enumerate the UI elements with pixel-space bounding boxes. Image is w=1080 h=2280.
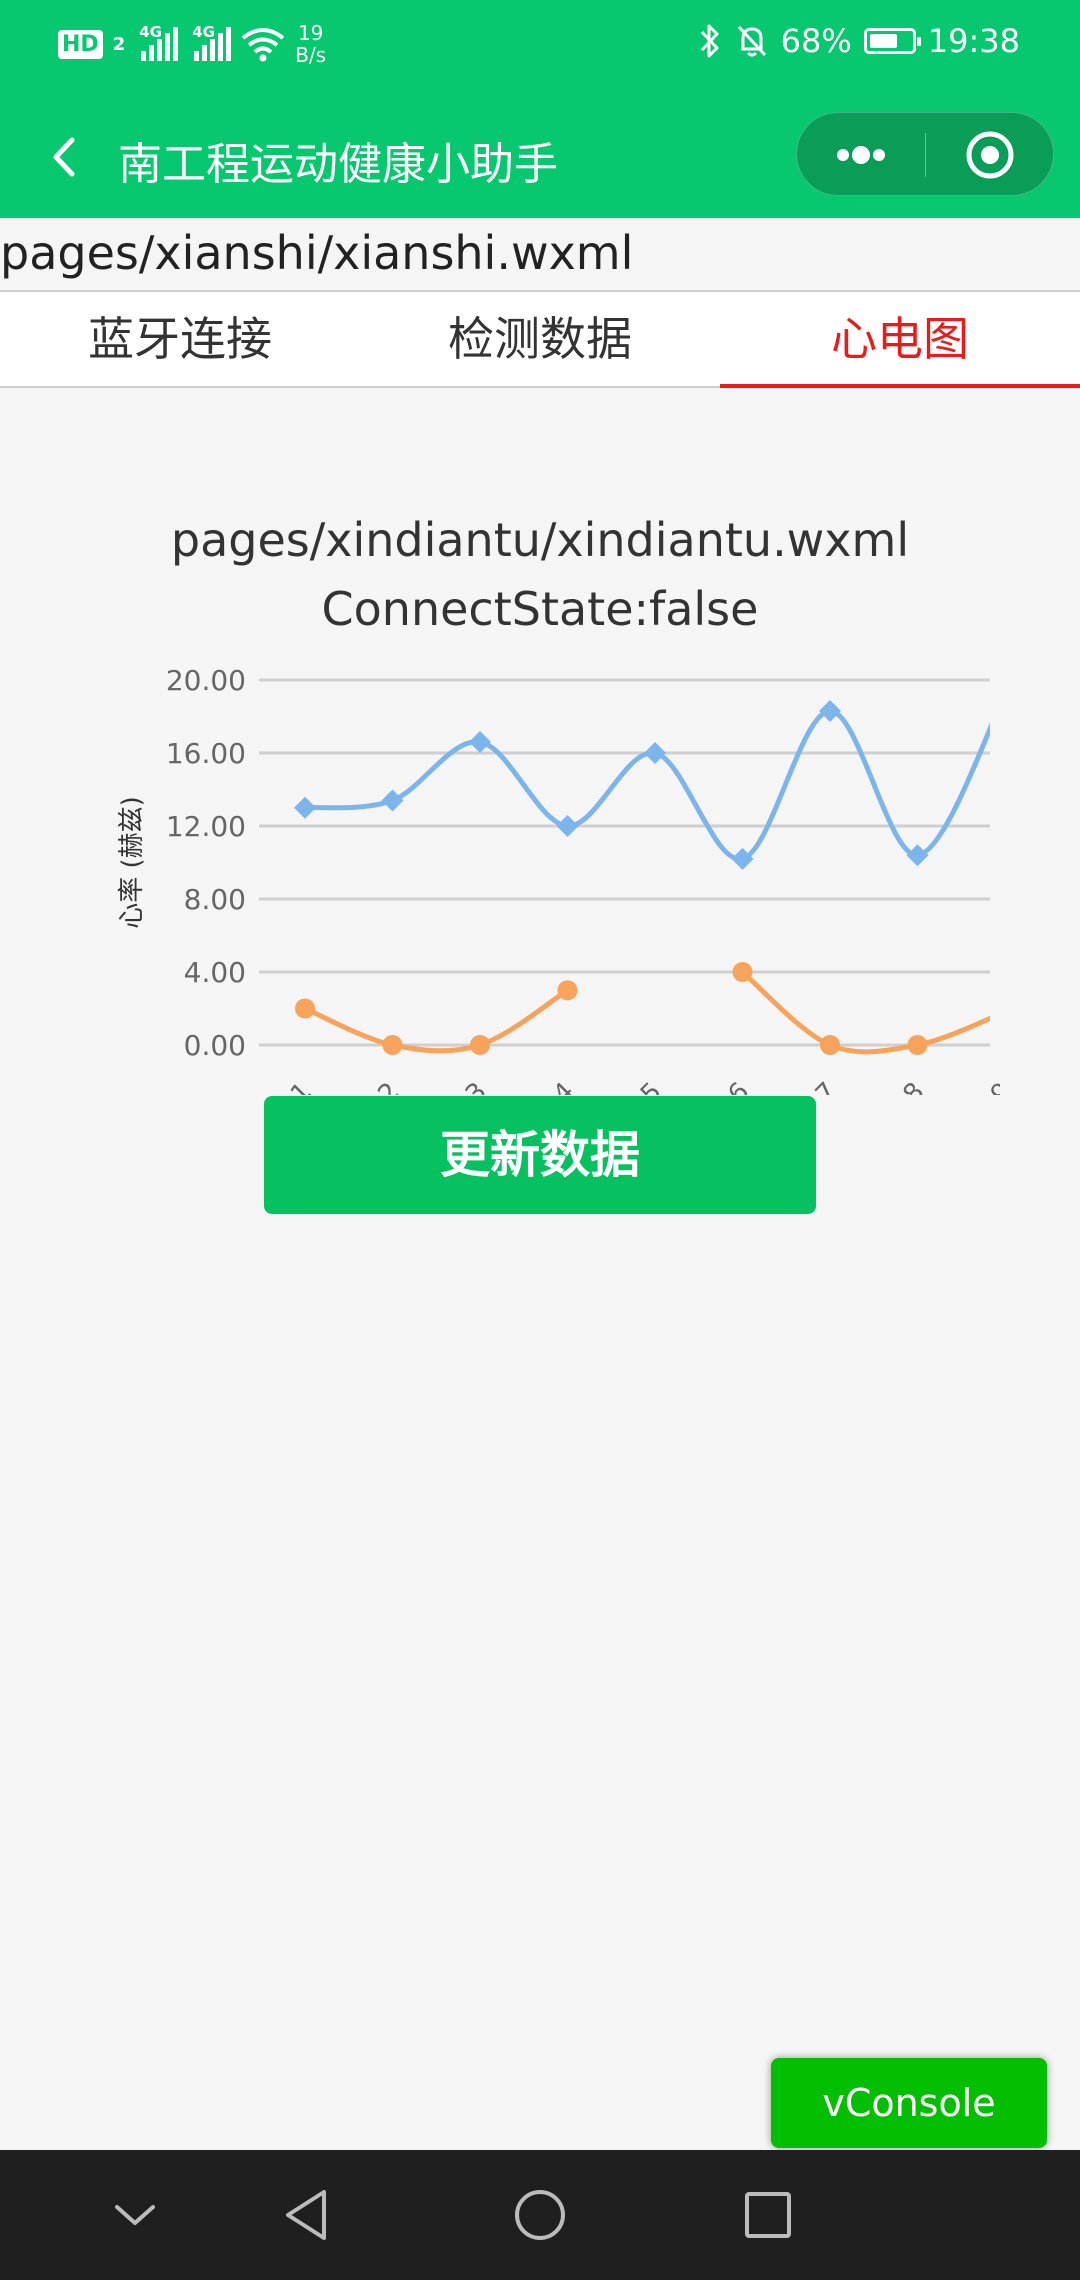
x-tick-label: 4 bbox=[548, 1077, 581, 1095]
system-nav-bar bbox=[0, 2150, 1080, 2280]
y-tick-label: 8.00 bbox=[184, 883, 246, 916]
nav-bar: 南工程运动健康小助手 bbox=[0, 100, 1080, 218]
x-tick-label: 9 bbox=[985, 1077, 1000, 1095]
hd-badge: HD bbox=[58, 29, 103, 59]
y-tick-label: 12.00 bbox=[166, 810, 246, 843]
x-tick-label: 6 bbox=[723, 1077, 756, 1095]
y-tick-label: 4.00 bbox=[184, 956, 246, 989]
data-point-diamond bbox=[906, 844, 929, 867]
heart-rate-chart: 0.00 4.00 8.00 12.00 16.00 20.00 心率 (赫兹) 1 2 3 4 5 6… bbox=[117, 664, 1000, 1095]
wifi-icon bbox=[241, 28, 285, 62]
x-tick-label: 1 bbox=[285, 1077, 318, 1095]
data-point-diamond bbox=[556, 815, 579, 837]
update-data-button[interactable]: 更新数据 bbox=[264, 1096, 816, 1214]
network-speed: 19 B/s bbox=[295, 22, 326, 66]
data-point-circle bbox=[295, 998, 315, 1019]
x-tick-label: 7 bbox=[810, 1077, 843, 1095]
capsule-menu bbox=[796, 112, 1054, 196]
y-tick-label: 0.00 bbox=[184, 1029, 246, 1062]
home-circle-icon[interactable] bbox=[505, 2180, 575, 2250]
data-point-diamond bbox=[381, 789, 404, 812]
x-tick-group: 1 2 3 4 5 6 7 8 9 bbox=[285, 1077, 1000, 1095]
data-point-circle bbox=[470, 1035, 490, 1055]
bluetooth-icon bbox=[700, 24, 719, 58]
signal-icon: 4G bbox=[192, 23, 232, 61]
mute-bell-icon bbox=[737, 25, 766, 57]
y-tick-label: 20.00 bbox=[166, 664, 246, 697]
back-arrow-icon[interactable] bbox=[36, 122, 96, 192]
tab-bar: 蓝牙连接 检测数据 心电图 bbox=[0, 290, 1080, 388]
hd-sim-number: 2 bbox=[112, 33, 126, 55]
series-line bbox=[740, 970, 990, 1055]
network-gen-label: 4G bbox=[139, 23, 162, 41]
nav-title: 南工程运动健康小助手 bbox=[118, 139, 558, 190]
data-point-diamond bbox=[469, 731, 491, 754]
data-point-circle bbox=[732, 962, 753, 982]
battery-icon bbox=[863, 28, 921, 54]
status-bar: HD 2 4G 4G 19 B/s 68% 19:38 bbox=[0, 0, 1080, 100]
speed-value: 19 bbox=[297, 21, 324, 45]
collapse-chevron-icon[interactable] bbox=[100, 2180, 170, 2250]
data-point-circle bbox=[820, 1035, 840, 1055]
speed-unit: B/s bbox=[295, 43, 327, 67]
x-tick-label: 3 bbox=[460, 1077, 493, 1095]
x-tick-label: 5 bbox=[635, 1077, 668, 1095]
y-axis-label: 心率 (赫兹) bbox=[117, 796, 147, 929]
tab-detect-data[interactable]: 检测数据 bbox=[360, 292, 720, 386]
data-point-circle bbox=[907, 1035, 928, 1055]
battery-percent: 68% bbox=[780, 22, 852, 60]
tab-bluetooth[interactable]: 蓝牙连接 bbox=[0, 292, 360, 386]
x-tick-label: 2 bbox=[373, 1077, 406, 1095]
status-left: HD 2 4G 4G 19 B/s bbox=[58, 22, 326, 66]
vconsole-button[interactable]: vConsole bbox=[771, 2058, 1047, 2148]
back-triangle-icon[interactable] bbox=[274, 2180, 344, 2250]
data-point-diamond bbox=[819, 700, 841, 723]
data-point-diamond bbox=[644, 742, 666, 764]
data-point-circle bbox=[382, 1035, 403, 1055]
battery-fill bbox=[869, 34, 897, 48]
series-line bbox=[304, 708, 990, 862]
chart-page-path: pages/xindiantu/xindiantu.wxml bbox=[170, 513, 910, 567]
status-right: 68% 19:38 bbox=[697, 22, 1020, 60]
data-point-diamond bbox=[294, 796, 316, 819]
close-miniprogram-icon[interactable] bbox=[926, 113, 1054, 197]
recent-apps-icon[interactable] bbox=[733, 2180, 803, 2250]
more-dots-icon[interactable] bbox=[797, 113, 925, 197]
data-point-circle bbox=[557, 980, 578, 1001]
network-gen-label: 4G bbox=[192, 23, 215, 41]
clock: 19:38 bbox=[927, 22, 1020, 60]
tab-ecg[interactable]: 心电图 bbox=[720, 292, 1080, 388]
connect-state: ConnectState:false bbox=[321, 582, 759, 636]
x-tick-label: 8 bbox=[898, 1077, 931, 1095]
page-path-text: pages/xianshi/xianshi.wxml bbox=[0, 226, 634, 280]
series-line bbox=[304, 988, 569, 1054]
signal-icon: 4G bbox=[139, 23, 179, 61]
y-tick-label: 16.00 bbox=[166, 737, 246, 770]
